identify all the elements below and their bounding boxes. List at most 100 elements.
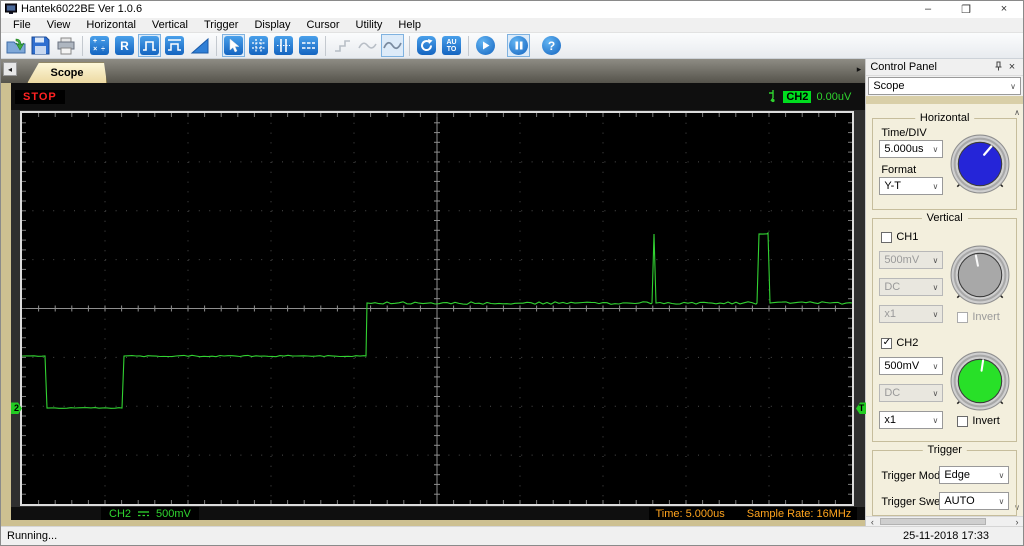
chevron-down-icon: ∨ xyxy=(932,361,939,371)
ch2-invert-checkbox[interactable]: Invert xyxy=(957,415,1000,427)
ch1-probe-select[interactable]: x1 ∨ xyxy=(879,305,944,324)
menu-file[interactable]: File xyxy=(5,18,39,33)
time-div-select[interactable]: 5.000us ∨ xyxy=(879,140,944,159)
format-select[interactable]: Y-T ∨ xyxy=(879,177,944,196)
chevron-down-icon: ∨ xyxy=(932,144,939,154)
scroll-right-icon[interactable]: › xyxy=(1011,517,1023,527)
status-text: Running... xyxy=(7,530,58,543)
chevron-down-icon: ∨ xyxy=(1010,81,1016,91)
open-button[interactable] xyxy=(4,34,27,57)
probe-icon xyxy=(769,90,776,103)
pin-icon[interactable] xyxy=(991,61,1005,74)
menu-display[interactable]: Display xyxy=(246,18,298,33)
toolbar-separator xyxy=(216,35,217,56)
ch2-probe-select[interactable]: x1 ∨ xyxy=(879,411,944,430)
ch1-position-knob[interactable] xyxy=(949,244,1011,306)
close-button[interactable]: × xyxy=(985,1,1023,18)
negative-pulse-button[interactable] xyxy=(163,34,186,57)
tab-scroll-left-icon[interactable]: ◂ xyxy=(3,62,17,77)
ch1-coupling-select[interactable]: DC ∨ xyxy=(879,278,944,297)
panel-selector-dropdown[interactable]: Scope ∨ xyxy=(868,77,1021,96)
ch2-coupling-select[interactable]: DC ∨ xyxy=(879,384,944,403)
channel-voltage-readout: 0.00uV xyxy=(816,90,852,103)
print-button[interactable] xyxy=(54,34,77,57)
ch1-invert-checkbox[interactable]: Invert xyxy=(957,311,1000,323)
dc-coupling-icon xyxy=(138,511,150,517)
scroll-up-icon[interactable]: ∧ xyxy=(1014,108,1020,117)
sine-line-icon xyxy=(358,42,377,49)
chevron-down-icon: ∨ xyxy=(998,496,1005,506)
tab-scroll-right-icon[interactable]: ▸ xyxy=(857,64,862,75)
tab-scope[interactable]: Scope xyxy=(27,62,107,83)
cursor-select-button[interactable] xyxy=(222,34,245,58)
vertical-cursors-button[interactable] xyxy=(272,34,295,57)
scope-bottom-info-bar: CH2 500mV Time: 5.000us Sample Rate: 16M… xyxy=(11,507,866,521)
control-panel-header: Control Panel × xyxy=(866,59,1023,77)
trigger-group: Trigger Trigger Mode Edge ∨ Trigger Sweep… xyxy=(872,444,1017,517)
negative-pulse-icon xyxy=(168,39,181,52)
ramp-triangle-icon xyxy=(190,37,208,54)
grid-icon xyxy=(252,39,265,53)
chevron-down-icon: ∨ xyxy=(932,415,939,425)
save-floppy-icon xyxy=(31,36,50,55)
ramp-button[interactable] xyxy=(188,34,211,57)
toolbar-separator xyxy=(325,35,326,56)
positive-pulse-button[interactable] xyxy=(138,34,161,58)
vertical-cursors-icon xyxy=(277,39,290,53)
grid-cursors-button[interactable] xyxy=(247,34,270,57)
help-button[interactable]: ? xyxy=(540,34,563,57)
time-div-label: Time/DIV xyxy=(881,127,927,140)
restore-button[interactable]: ❐ xyxy=(947,1,985,18)
ch2-volt-select[interactable]: 500mV ∨ xyxy=(879,357,944,376)
menu-utility[interactable]: Utility xyxy=(348,18,391,33)
scrollbar-thumb[interactable] xyxy=(880,518,987,526)
chevron-down-icon: ∨ xyxy=(932,255,939,265)
minimize-button[interactable]: – xyxy=(909,1,947,18)
reference-waveform-button[interactable]: R xyxy=(113,34,136,57)
panel-divider xyxy=(866,96,1023,105)
trigger-mode-select[interactable]: Edge ∨ xyxy=(939,466,1010,485)
menu-help[interactable]: Help xyxy=(390,18,429,33)
timebase-readout: Time: 5.000us Sample Rate: 16MHz xyxy=(649,507,858,521)
menu-vertical[interactable]: Vertical xyxy=(144,18,196,33)
pause-button[interactable] xyxy=(507,34,530,58)
toolbar: + − × ÷ R AU TO ? xyxy=(1,33,1023,60)
ch2-checkbox[interactable]: ✓ CH2 xyxy=(881,337,918,349)
math-operations-button[interactable]: + − × ÷ xyxy=(88,34,111,57)
scroll-left-icon[interactable]: ‹ xyxy=(866,517,878,527)
menu-view[interactable]: View xyxy=(39,18,79,33)
ch1-volt-select[interactable]: 500mV ∨ xyxy=(879,251,944,270)
start-button[interactable] xyxy=(474,34,497,57)
menu-cursor[interactable]: Cursor xyxy=(299,18,348,33)
panel-horizontal-scrollbar[interactable]: ‹ › xyxy=(866,516,1023,527)
menu-trigger[interactable]: Trigger xyxy=(196,18,246,33)
autoset-button[interactable]: AU TO xyxy=(440,34,463,57)
ch2-position-knob[interactable] xyxy=(949,350,1011,412)
linear-interpolation-button[interactable] xyxy=(356,34,379,57)
main-area: ◂ Scope ▸ STOP CH2 0.00uV 2 T CH2 500mV … xyxy=(1,59,1023,527)
menu-horizontal[interactable]: Horizontal xyxy=(78,18,144,33)
panel-close-icon[interactable]: × xyxy=(1005,61,1019,73)
scope-column: ◂ Scope ▸ STOP CH2 0.00uV 2 T CH2 500mV … xyxy=(1,59,867,527)
horizontal-cursors-button[interactable] xyxy=(297,34,320,57)
chevron-down-icon: ∨ xyxy=(932,388,939,398)
chevron-down-icon: ∨ xyxy=(932,181,939,191)
refresh-button[interactable] xyxy=(415,34,438,57)
sample-rate: Sample Rate: 16MHz xyxy=(746,507,852,520)
checkbox-icon xyxy=(957,311,969,323)
waveform-display[interactable] xyxy=(20,111,854,507)
sine-interpolation-button[interactable] xyxy=(381,34,404,58)
checkbox-icon xyxy=(881,231,893,243)
save-button[interactable] xyxy=(29,34,52,57)
time-per-div: Time: 5.000us xyxy=(655,507,725,520)
tab-bar: ◂ Scope ▸ xyxy=(1,59,866,84)
trigger-sweep-select[interactable]: AUTO ∨ xyxy=(939,492,1010,511)
channel-badge: CH2 xyxy=(783,90,812,103)
reference-icon: R xyxy=(115,36,134,56)
ch1-checkbox[interactable]: CH1 xyxy=(881,231,918,243)
step-display-button[interactable] xyxy=(331,34,354,57)
help-icon: ? xyxy=(542,36,561,56)
acquisition-status-badge: STOP xyxy=(15,89,65,104)
waveform-svg xyxy=(21,113,853,505)
horizontal-knob[interactable] xyxy=(949,133,1011,195)
